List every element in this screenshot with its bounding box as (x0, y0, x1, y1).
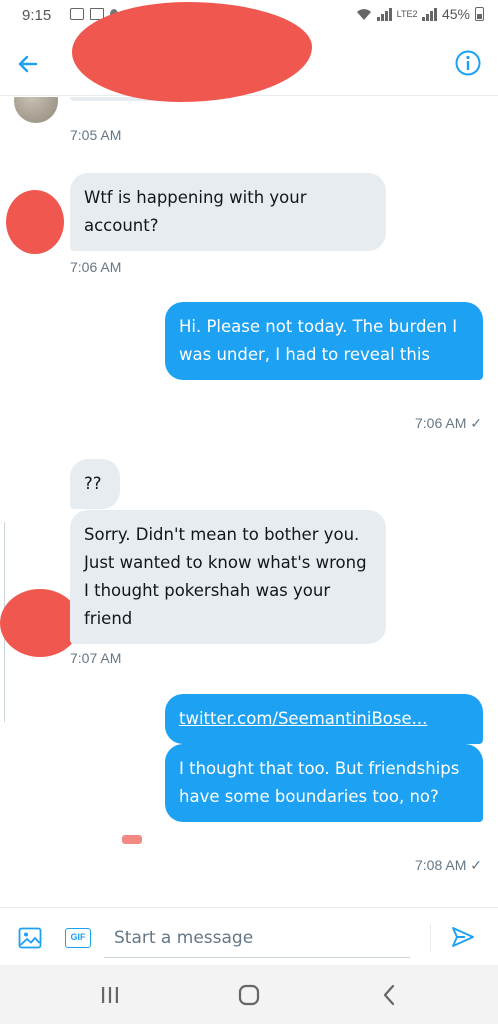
signal-icon (422, 7, 437, 21)
redaction-mark (122, 835, 142, 844)
message-input[interactable] (104, 918, 410, 958)
status-time: 9:15 (22, 7, 52, 24)
wifi-icon (357, 8, 372, 20)
send-icon[interactable] (450, 925, 476, 949)
message-composer: GIF (0, 907, 498, 965)
network-label: LTE2 (396, 8, 418, 19)
arrow-left-icon[interactable] (14, 50, 42, 78)
message-timestamp: 7:06 AM (70, 259, 122, 275)
recent-apps-icon[interactable] (95, 981, 125, 1009)
gif-button[interactable]: GIF (65, 928, 91, 948)
message-bubble-outgoing[interactable]: I thought that too. But friendships have… (165, 744, 483, 822)
home-icon[interactable] (234, 981, 264, 1009)
message-timestamp: 7:08 AM ✓ (415, 857, 482, 873)
redaction-mark (6, 190, 64, 254)
message-timestamp: 7:05 AM (70, 127, 122, 143)
battery-percent: 45% (441, 6, 470, 22)
message-bubble-incoming[interactable]: Sorry. Didn't mean to bother you. Just w… (70, 510, 386, 644)
message-bubble-incoming[interactable]: Wtf is happening with your account? (70, 173, 386, 251)
image-icon[interactable] (18, 927, 42, 949)
back-icon[interactable] (375, 981, 405, 1009)
info-icon[interactable] (454, 49, 482, 77)
avatar[interactable] (14, 97, 58, 123)
link-text[interactable]: twitter.com/SeemantiniBose... (179, 709, 427, 728)
message-bubble-link[interactable]: twitter.com/SeemantiniBose... (165, 694, 483, 744)
system-nav-bar (0, 965, 498, 1024)
message-bubble-incoming[interactable]: ?? (70, 459, 120, 509)
image-icon (70, 8, 84, 20)
status-right: LTE2 45% (356, 6, 484, 22)
message-list[interactable]: 7:05 AM Wtf is happening with your accou… (0, 97, 498, 907)
message-bubble-outgoing[interactable]: Hi. Please not today. The burden I was u… (165, 302, 483, 380)
battery-icon (475, 7, 484, 21)
message-timestamp: 7:06 AM ✓ (415, 415, 482, 431)
message-timestamp: 7:07 AM (70, 650, 122, 666)
divider (430, 924, 431, 952)
signal-icon (377, 7, 392, 21)
redaction-mark (0, 589, 80, 657)
